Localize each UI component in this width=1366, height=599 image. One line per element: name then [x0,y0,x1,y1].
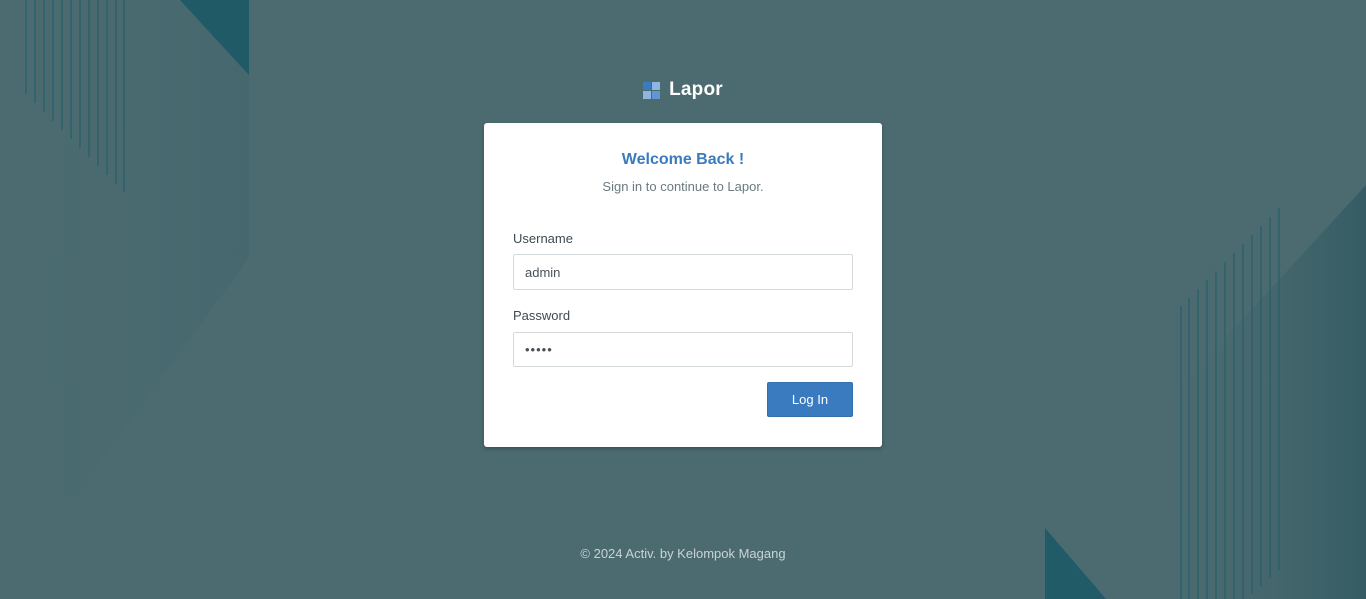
username-label: Username [513,231,573,246]
password-input[interactable] [513,332,853,367]
password-label: Password [513,308,571,323]
login-button[interactable]: Log In [767,382,853,417]
brand-link[interactable]: Lapor [643,79,723,101]
brand-name: Lapor [669,79,723,100]
username-input[interactable] [513,254,853,290]
login-subtitle: Sign in to continue to Lapor. [602,179,764,194]
footer-copyright: © 2024 Activ. by Kelompok Magang [580,546,786,561]
login-title: Welcome Back ! [621,151,745,168]
brand-header: Lapor [0,79,1366,104]
login-card: Welcome Back ! Sign in to continue to La… [484,123,882,447]
grid-logo-icon [643,81,661,99]
